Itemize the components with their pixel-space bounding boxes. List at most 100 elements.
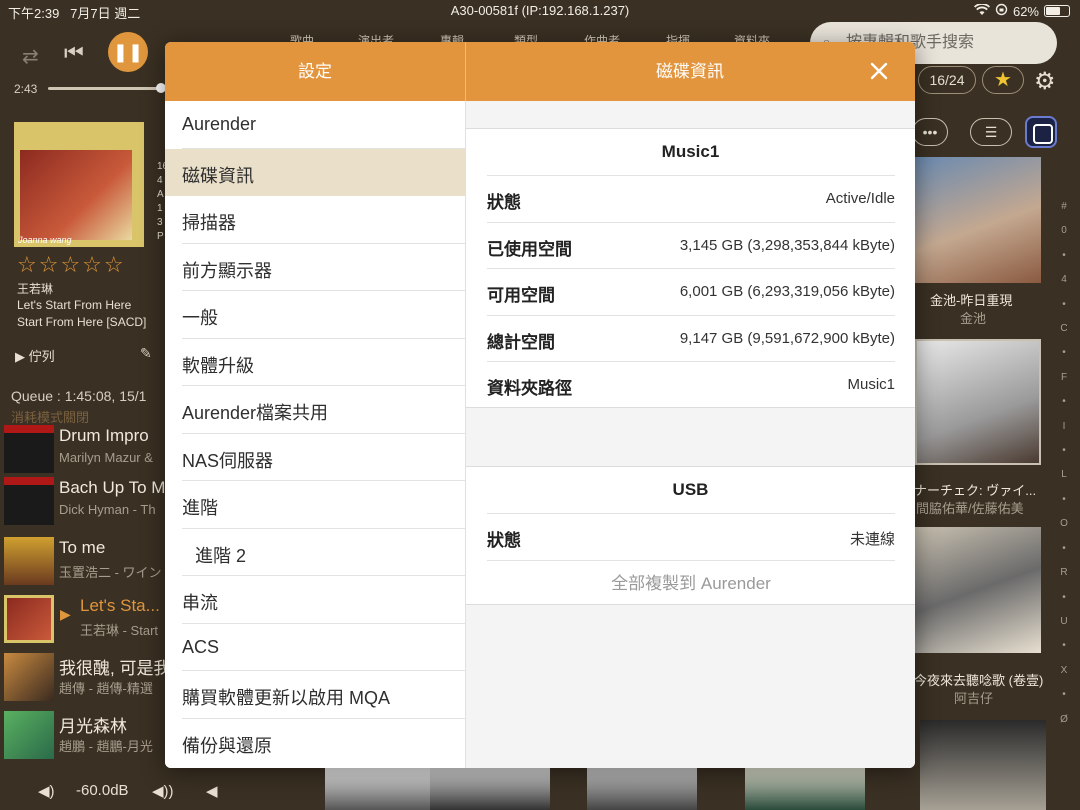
list-item[interactable]: Bach Up To M Dick Hyman - Th (0, 472, 165, 530)
menu-item-advanced-2[interactable]: 進階 2 (165, 529, 465, 576)
list-item-now-playing[interactable]: ▶ Let's Sta... 王若琳 - Start (0, 590, 165, 648)
track-thumbnail (4, 425, 54, 473)
previous-track-icon[interactable]: ⏮ (64, 40, 84, 66)
track-title: Drum Impro (59, 426, 149, 445)
info-label: 狀態 (487, 531, 521, 550)
app-switch-icon[interactable] (1025, 116, 1057, 148)
volume-down-icon[interactable]: ◀) (38, 782, 55, 800)
copy-all-to-aurender-button[interactable]: 全部複製到 Aurender (487, 559, 895, 606)
edit-pencil-icon[interactable]: ✎ (140, 345, 152, 362)
info-row-usb-status: 狀態 未連線 (487, 513, 895, 560)
mute-icon[interactable]: ◀ (206, 782, 218, 800)
play-triangle-icon: ▶ (15, 349, 25, 364)
track-artist: 趙傳 - 趙傳-精選 (59, 681, 153, 696)
alphabet-index[interactable]: #0 • 4 • C • F • I • L • O • R • U • X • Ø (1057, 195, 1071, 732)
list-item[interactable]: 月光森林 趙鵬 - 趙鵬-月光 (0, 706, 165, 764)
album-art[interactable] (745, 768, 865, 810)
settings-gear-icon[interactable]: ⚙ (1034, 67, 1056, 96)
list-item[interactable]: 我很醜, 可是我 趙傳 - 趙傳-精選 (0, 648, 170, 706)
album-title: 金池-昨日重現 (930, 293, 1013, 308)
menu-item-mqa[interactable]: 購買軟體更新以啟用 MQA (165, 671, 465, 719)
index-letter[interactable]: • (1057, 439, 1071, 463)
menu-item-streaming[interactable]: 串流 (165, 576, 465, 624)
menu-item-disk-info[interactable]: 磁碟資訊 (165, 148, 465, 196)
index-letter[interactable]: U (1057, 610, 1071, 634)
album-artist: 金池 (960, 311, 987, 326)
now-playing-artist: 王若琳 (17, 282, 54, 296)
info-label: 已使用空間 (487, 239, 572, 259)
album-art[interactable] (325, 768, 435, 810)
index-letter[interactable]: C (1057, 317, 1071, 341)
index-letter[interactable]: • (1057, 586, 1071, 610)
index-letter[interactable]: F (1057, 366, 1071, 390)
track-artist: Dick Hyman - Th (59, 502, 156, 517)
track-title: Let's Sta... (80, 596, 160, 615)
menu-item-front-display[interactable]: 前方顯示器 (165, 244, 465, 291)
index-letter[interactable]: I (1057, 415, 1071, 439)
settings-modal: 設定 磁碟資訊 Aurender 磁碟資訊 掃描器 前方顯示器 一般 軟體升級 … (165, 42, 915, 768)
favorites-star-icon[interactable]: ★ (982, 66, 1024, 94)
menu-item-file-sharing[interactable]: Aurender檔案共用 (165, 386, 465, 434)
menu-item-aurender[interactable]: Aurender (165, 101, 465, 149)
index-letter[interactable]: • (1057, 390, 1071, 414)
tab-queue[interactable]: ▶ 佇列 (15, 346, 55, 365)
modal-header: 設定 磁碟資訊 (165, 42, 915, 101)
index-letter[interactable]: • (1057, 537, 1071, 561)
info-label: 可用空間 (487, 286, 555, 305)
track-thumbnail (4, 477, 54, 525)
index-letter[interactable]: Ø (1057, 708, 1071, 732)
index-letter[interactable]: • (1057, 634, 1071, 658)
index-letter[interactable]: O (1057, 512, 1071, 536)
queue-tab-label: 佇列 (28, 349, 55, 364)
album-art[interactable] (430, 768, 550, 810)
index-letter[interactable]: 4 (1057, 268, 1071, 292)
index-letter[interactable]: # (1057, 195, 1071, 219)
index-letter[interactable]: 0 (1057, 219, 1071, 243)
info-label: 資料夾路徑 (487, 379, 572, 398)
index-letter[interactable]: • (1057, 683, 1071, 707)
more-options-icon[interactable]: ••• (912, 118, 948, 146)
index-letter[interactable]: • (1057, 488, 1071, 512)
menu-item-backup-restore[interactable]: 備份與還原 (165, 719, 465, 767)
seek-slider[interactable] (48, 83, 166, 93)
info-value: Active/Idle (825, 190, 895, 207)
close-icon[interactable] (865, 57, 893, 85)
page-counter[interactable]: 16/24 (918, 66, 976, 94)
index-letter[interactable]: • (1057, 341, 1071, 365)
index-letter[interactable]: R (1057, 561, 1071, 585)
index-letter[interactable]: • (1057, 244, 1071, 268)
menu-item-acs[interactable]: ACS (165, 624, 465, 671)
menu-item-general[interactable]: 一般 (165, 291, 465, 339)
track-thumbnail (4, 537, 54, 585)
list-item[interactable]: Drum Impro Marilyn Mazur & (0, 420, 165, 478)
album-art[interactable] (587, 768, 697, 810)
track-thumbnail (4, 595, 54, 643)
info-value: 3,145 GB (3,298,353,844 kByte) (679, 236, 895, 254)
index-letter[interactable]: L (1057, 463, 1071, 487)
list-view-icon[interactable]: ☰ (970, 118, 1012, 146)
index-letter[interactable]: X (1057, 659, 1071, 683)
index-letter[interactable]: • (1057, 293, 1071, 317)
list-item[interactable]: To me 玉置浩二 - ワイン (0, 532, 165, 590)
info-value: 未連線 (849, 531, 895, 548)
cover-caption: Joanna wang (18, 235, 72, 245)
album-title: ナーチェク: ヴァイ... (914, 483, 1037, 498)
repeat-icon[interactable]: ⇄ (22, 44, 39, 69)
menu-item-advanced[interactable]: 進階 (165, 481, 465, 529)
volume-up-icon[interactable]: ◀)) (152, 782, 174, 800)
track-artist: 王若琳 - Start (80, 623, 159, 638)
menu-item-label: 軟體升級 (182, 355, 254, 376)
track-title: 我很醜, 可是我 (59, 659, 171, 678)
info-row-total: 總計空間 9,147 GB (9,591,672,900 kByte) (487, 314, 895, 362)
rating-stars[interactable]: ☆☆☆☆☆ (17, 252, 126, 278)
detail-title: 磁碟資訊 (656, 62, 724, 81)
menu-item-software-update[interactable]: 軟體升級 (165, 339, 465, 386)
pause-button[interactable]: ❚❚ (108, 32, 148, 72)
track-title: 月光森林 (59, 717, 127, 736)
usb-title: USB (672, 480, 709, 499)
menu-item-scanner[interactable]: 掃描器 (165, 196, 465, 244)
album-cover[interactable]: Joanna wang (14, 122, 144, 247)
settings-menu: Aurender 磁碟資訊 掃描器 前方顯示器 一般 軟體升級 Aurender… (165, 101, 465, 768)
menu-item-nas-server[interactable]: NAS伺服器 (165, 434, 465, 481)
info-value: Music1 (847, 376, 895, 393)
